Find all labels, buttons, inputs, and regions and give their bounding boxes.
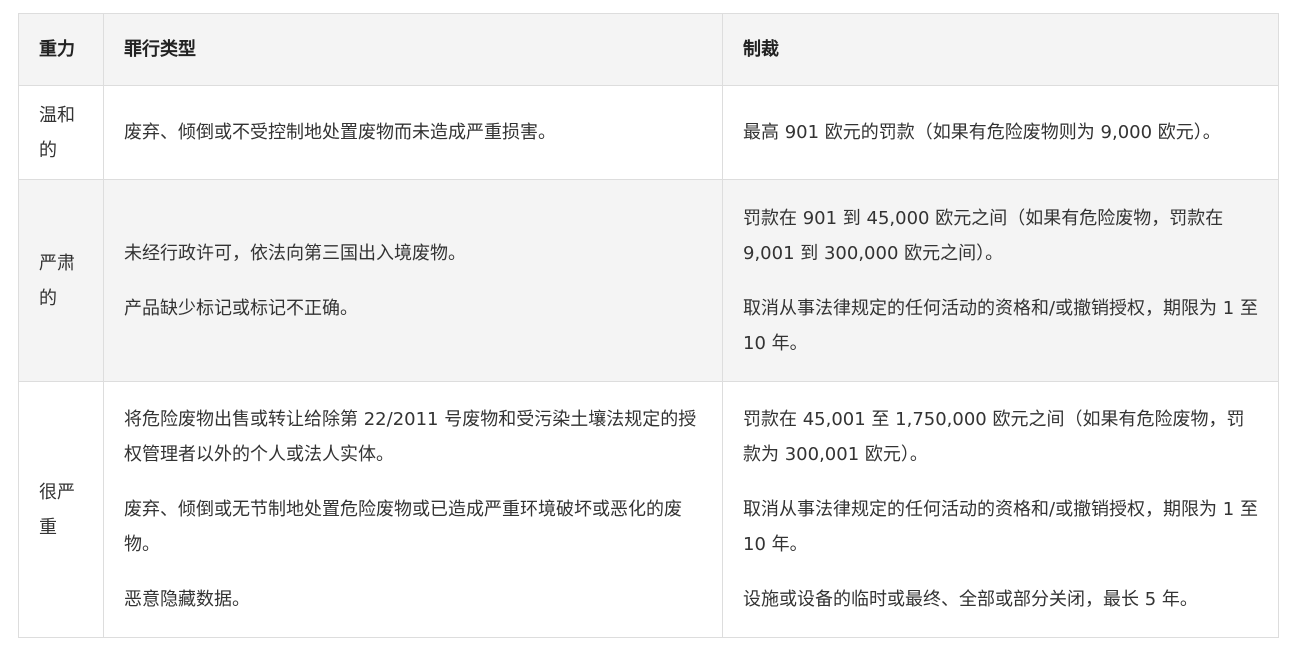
header-offense-type: 罪行类型 bbox=[103, 13, 723, 86]
offense-cell: 将危险废物出售或转让给除第 22/2011 号废物和受污染土壤法规定的授权管理者… bbox=[103, 381, 723, 638]
table-row: 严肃的 未经行政许可，依法向第三国出入境废物。 产品缺少标记或标记不正确。 罚款… bbox=[18, 179, 1279, 382]
offense-item: 将危险废物出售或转让给除第 22/2011 号废物和受污染土壤法规定的授权管理者… bbox=[124, 409, 697, 465]
sanction-item: 设施或设备的临时或最终、全部或部分关闭，最长 5 年。 bbox=[743, 589, 1198, 610]
table-header-row: 重力 罪行类型 制裁 bbox=[18, 13, 1279, 86]
severity-cell: 严肃的 bbox=[18, 179, 104, 382]
table-row: 很严重 将危险废物出售或转让给除第 22/2011 号废物和受污染土壤法规定的授… bbox=[18, 381, 1279, 638]
offense-item: 废弃、倾倒或无节制地处置危险废物或已造成严重环境破坏或恶化的废物。 bbox=[124, 499, 682, 555]
sanction-item: 罚款在 901 到 45,000 欧元之间（如果有危险废物，罚款在 9,001 … bbox=[743, 207, 1224, 264]
severity-cell: 温和的 bbox=[18, 85, 104, 180]
header-severity: 重力 bbox=[18, 13, 104, 86]
offense-cell: 废弃、倾倒或不受控制地处置废物而未造成严重损害。 bbox=[103, 85, 723, 180]
sanction-item: 取消从事法律规定的任何活动的资格和/或撤销授权，期限为 1 至 10 年。 bbox=[743, 499, 1258, 555]
sanction-item: 罚款在 45,001 至 1,750,000 欧元之间（如果有危险废物，罚款为 … bbox=[743, 409, 1245, 465]
table-row: 温和的 废弃、倾倒或不受控制地处置废物而未造成严重损害。 最高 901 欧元的罚… bbox=[18, 85, 1279, 180]
header-sanction: 制裁 bbox=[722, 13, 1279, 86]
sanction-cell: 罚款在 45,001 至 1,750,000 欧元之间（如果有危险废物，罚款为 … bbox=[722, 381, 1279, 638]
sanctions-table: 重力 罪行类型 制裁 温和的 废弃、倾倒或不受控制地处置废物而未造成严重损害。 … bbox=[18, 13, 1279, 638]
sanction-item: 最高 901 欧元的罚款（如果有危险废物则为 9,000 欧元）。 bbox=[743, 122, 1221, 143]
sanction-cell: 最高 901 欧元的罚款（如果有危险废物则为 9,000 欧元）。 bbox=[722, 85, 1279, 180]
offense-cell: 未经行政许可，依法向第三国出入境废物。 产品缺少标记或标记不正确。 bbox=[103, 179, 723, 382]
offense-item: 产品缺少标记或标记不正确。 bbox=[124, 297, 358, 319]
offense-item: 废弃、倾倒或不受控制地处置废物而未造成严重损害。 bbox=[124, 122, 556, 143]
sanction-item: 取消从事法律规定的任何活动的资格和/或撤销授权，期限为 1 至 10 年。 bbox=[743, 297, 1258, 354]
offense-item: 恶意隐藏数据。 bbox=[124, 589, 250, 610]
offense-item: 未经行政许可，依法向第三国出入境废物。 bbox=[124, 242, 466, 264]
severity-cell: 很严重 bbox=[18, 381, 104, 638]
sanctions-table-container: 重力 罪行类型 制裁 温和的 废弃、倾倒或不受控制地处置废物而未造成严重损害。 … bbox=[18, 13, 1279, 638]
sanction-cell: 罚款在 901 到 45,000 欧元之间（如果有危险废物，罚款在 9,001 … bbox=[722, 179, 1279, 382]
